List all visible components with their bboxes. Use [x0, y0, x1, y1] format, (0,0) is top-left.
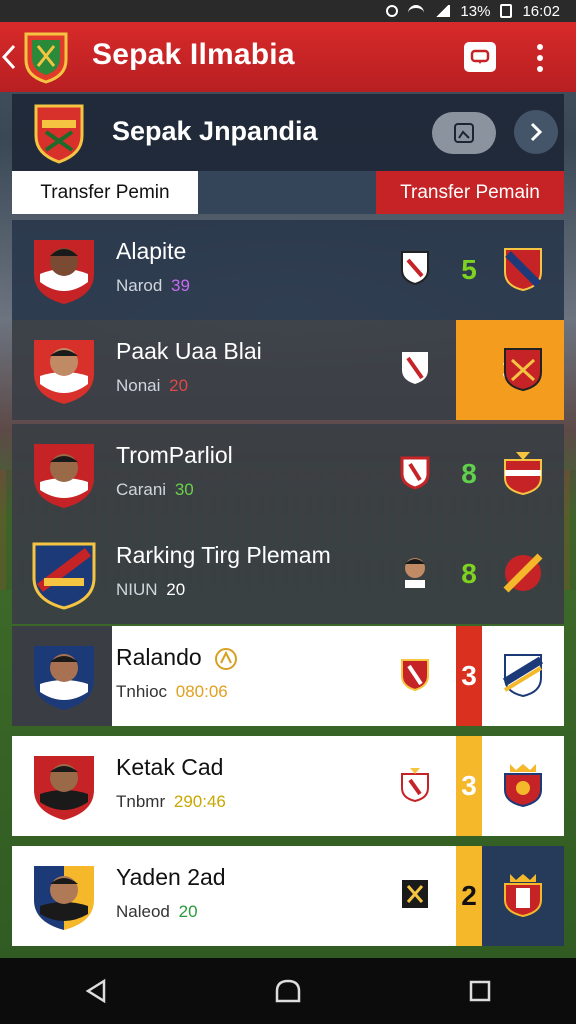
meta-value: 290:46 — [173, 792, 226, 811]
player-avatar — [34, 866, 94, 930]
meta-value: 30 — [174, 480, 194, 499]
player-avatar — [34, 340, 94, 404]
player-avatar — [34, 444, 94, 508]
app-title: Sepak Ilmabia — [92, 38, 295, 71]
player-meta: Tnbmr 290:46 — [116, 792, 226, 812]
team-crest-icon — [402, 880, 428, 908]
tab-spacer — [198, 171, 376, 214]
header-title: Sepak Jnpandia — [112, 116, 318, 146]
player-name: Ketak Cad — [116, 754, 224, 780]
list-item[interactable]: Alapite Narod 39 5 — [12, 220, 564, 320]
player-meta: Nonai 20 — [116, 376, 188, 396]
list-item[interactable]: Paak Uaa Blai Nonai 20 3 — [12, 320, 564, 420]
player-name: Paak Uaa Blai — [116, 338, 262, 364]
meta-label: Nonai — [116, 376, 161, 395]
rank-value: 8 — [461, 558, 477, 589]
opponent-crest-icon — [504, 874, 542, 918]
player-meta: NIUN 20 — [116, 580, 185, 600]
player-meta: Carani 30 — [116, 480, 194, 500]
team-crest-icon — [402, 352, 428, 384]
player-avatar — [34, 240, 94, 304]
rank-value: 3 — [456, 736, 482, 836]
opponent-crest-icon — [504, 452, 542, 496]
battery-icon — [500, 4, 513, 18]
photo-button[interactable] — [432, 112, 496, 154]
status-bar: 13% 16:02 — [0, 0, 576, 22]
player-name: Rarking Tirg Plemam — [116, 542, 331, 568]
list-item[interactable]: Yaden 2ad Naleod 20 2 — [12, 846, 564, 946]
player-name-text: Ralando — [116, 644, 202, 670]
player-mini-avatar — [405, 558, 425, 588]
nav-recents-button[interactable] — [450, 971, 510, 1011]
opponent-crest-icon — [502, 654, 544, 698]
home-icon — [275, 979, 301, 1003]
opponent-crest-icon — [504, 248, 542, 292]
club-crest-icon — [32, 542, 96, 610]
list-item[interactable]: Rarking Tirg Plemam NIUN 20 8 — [12, 524, 564, 624]
clock: 16:02 — [522, 2, 560, 20]
team-crest-icon — [401, 251, 429, 286]
team-crest-icon — [401, 659, 429, 692]
header-card: Sepak Jnpandia Transfer Pemin Transfer P… — [12, 94, 564, 214]
meta-label: Narod — [116, 276, 163, 295]
nav-back-button[interactable] — [66, 971, 126, 1011]
opponent-crest-icon — [503, 553, 543, 593]
rank-value: 8 — [461, 458, 477, 489]
app-logo-crest-icon — [24, 32, 68, 84]
alarm-icon — [386, 5, 399, 17]
player-name: TromParliol — [116, 442, 233, 468]
square-recents-icon — [469, 980, 491, 1002]
list-item[interactable]: TromParliol Carani 30 8 — [12, 424, 564, 524]
signal-icon — [434, 5, 451, 17]
chat-bubble-icon — [470, 49, 490, 64]
rank-value: 5 — [461, 254, 477, 285]
team-crest-icon — [401, 768, 429, 802]
player-meta: Naleod 20 — [116, 902, 198, 922]
battery-percent: 13% — [460, 2, 491, 20]
next-button[interactable] — [514, 110, 558, 154]
chevron-right-icon — [530, 122, 543, 142]
meta-label: Tnhioc — [116, 682, 168, 701]
wifi-icon — [408, 5, 425, 17]
system-nav-bar — [0, 958, 576, 1024]
player-name: Alapite — [116, 238, 187, 264]
player-name: Yaden 2ad — [116, 864, 226, 890]
player-name: Ralando — [116, 644, 238, 671]
meta-value: 080:06 — [175, 682, 228, 701]
more-vert-icon[interactable] — [530, 42, 550, 74]
meta-value: 20 — [178, 902, 198, 921]
app-bar: Sepak Ilmabia — [0, 22, 576, 92]
opponent-crest-icon — [504, 764, 542, 808]
meta-value: 39 — [171, 276, 190, 295]
meta-label: Tnbmr — [116, 792, 166, 811]
image-icon — [454, 123, 474, 143]
triangle-back-icon — [85, 978, 106, 1004]
meta-label: Naleod — [116, 902, 170, 921]
back-arrow-icon[interactable] — [2, 44, 16, 70]
tab-transfer-pemin[interactable]: Transfer Pemin — [12, 171, 198, 214]
tab-transfer-pemain[interactable]: Transfer Pemain — [376, 171, 564, 214]
list-item[interactable]: Ralando Tnhioc 080:06 3 — [12, 626, 564, 726]
player-meta: Narod 39 — [116, 276, 190, 296]
player-avatar — [34, 756, 94, 820]
meta-label: NIUN — [116, 580, 158, 599]
player-avatar — [34, 646, 94, 710]
meta-value: 20 — [169, 376, 189, 395]
rank-value: 2 — [456, 846, 482, 946]
chat-button[interactable] — [464, 42, 496, 72]
list-item[interactable]: Ketak Cad Tnbmr 290:46 3 — [12, 736, 564, 836]
player-meta: Tnhioc 080:06 — [116, 682, 228, 702]
nav-home-button[interactable] — [258, 971, 318, 1011]
club-crest-icon — [34, 104, 84, 164]
meta-value: 20 — [166, 580, 186, 599]
meta-label: Carani — [116, 480, 167, 499]
team-crest-icon — [400, 456, 430, 490]
opponent-crest-icon — [504, 348, 542, 392]
rank-value: 3 — [456, 626, 482, 726]
trophy-badge-icon — [215, 647, 238, 670]
